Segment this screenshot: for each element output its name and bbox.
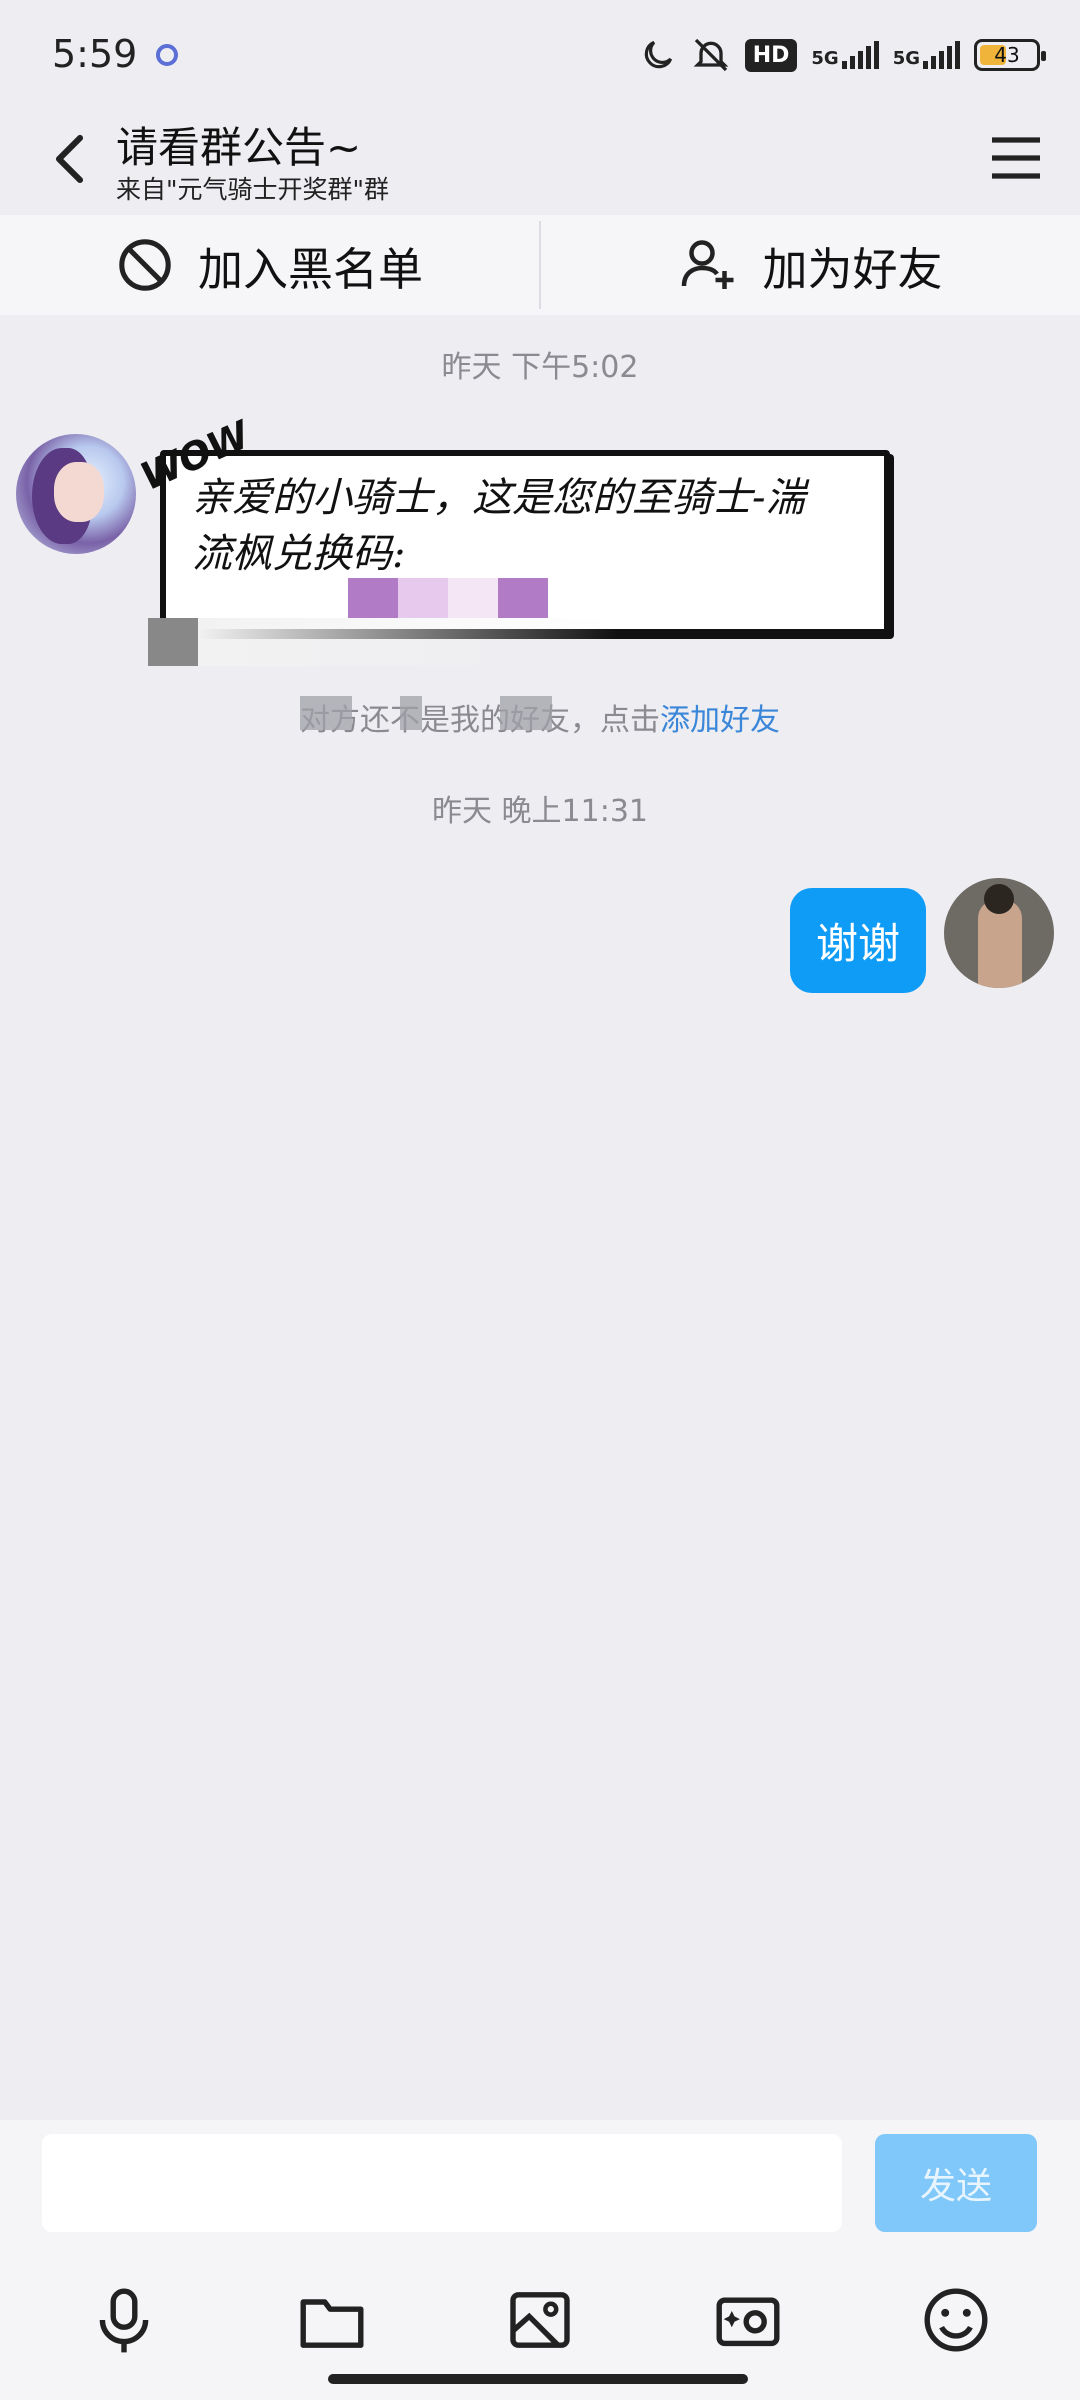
- sender-avatar[interactable]: [16, 434, 136, 554]
- battery-level: 43: [994, 43, 1020, 67]
- folder-icon[interactable]: [296, 2284, 368, 2356]
- add-friend-button[interactable]: 加为好友: [541, 215, 1080, 315]
- microphone-icon[interactable]: [88, 2284, 160, 2356]
- redacted-mosaic-fade: [198, 618, 618, 666]
- hd-badge: HD: [744, 38, 798, 72]
- redacted-mosaic-block: [148, 618, 198, 666]
- signal-1: 5G: [811, 41, 879, 69]
- sticker-message[interactable]: WOW 亲爱的小骑士，这是您的至骑士-湍流枫兑换码:: [134, 413, 895, 666]
- add-to-blacklist-label: 加入黑名单: [197, 242, 423, 296]
- status-bar: 5:59 HD 5G 5G 43: [0, 0, 1080, 110]
- chat-header: 请看群公告~ 来自"元气骑士开奖群"群: [0, 110, 1080, 210]
- chat-subtitle: 来自"元气骑士开奖群"群: [116, 175, 389, 204]
- message-input[interactable]: [42, 2134, 842, 2232]
- mute-bell-icon: [693, 38, 729, 72]
- block-icon: [119, 239, 171, 291]
- redacted-mosaic-block: [300, 696, 352, 730]
- stranger-action-bar: 加入黑名单 加为好友: [0, 215, 1080, 315]
- composer-toolbar: [0, 2270, 1080, 2370]
- battery-icon: 43: [974, 39, 1046, 71]
- camera-icon[interactable]: [712, 2284, 784, 2356]
- composer: 发送: [0, 2120, 1080, 2400]
- redacted-mosaic-block: [400, 696, 422, 730]
- add-user-icon: [682, 240, 734, 289]
- home-indicator[interactable]: [328, 2374, 748, 2384]
- chat-messages: 昨天 下午5:02 WOW 亲爱的小骑士，这是您的至骑士-湍流枫兑换码: 对方还…: [0, 320, 1080, 2120]
- hamburger-menu-icon[interactable]: [986, 128, 1046, 188]
- status-time: 5:59: [52, 32, 138, 76]
- send-button[interactable]: 发送: [875, 2134, 1037, 2232]
- emoji-icon[interactable]: [920, 2284, 992, 2356]
- timestamp: 昨天 晚上11:31: [432, 794, 648, 829]
- signal-bars-icon: [923, 41, 960, 69]
- status-icons: HD 5G 5G 43: [639, 30, 1046, 80]
- not-friend-notice-text: 对方还不是我的好友，点击: [300, 703, 660, 738]
- do-not-disturb-moon-icon: [644, 40, 672, 69]
- signal-bars-icon: [841, 41, 879, 69]
- add-to-blacklist-button[interactable]: 加入黑名单: [0, 215, 539, 315]
- signal-2: 5G: [893, 41, 960, 69]
- network-type-1: 5G: [811, 48, 839, 69]
- my-avatar[interactable]: [944, 878, 1054, 988]
- redacted-code-mosaic: [348, 578, 548, 618]
- sticker-message-text: 亲爱的小骑士，这是您的至骑士-湍流枫兑换码:: [192, 475, 806, 577]
- network-type-2: 5G: [892, 48, 920, 69]
- add-friend-link[interactable]: 添加好友: [660, 703, 780, 738]
- add-friend-label: 加为好友: [762, 242, 943, 296]
- redacted-mosaic-block: [500, 696, 552, 730]
- chat-title: 请看群公告~: [116, 123, 362, 172]
- image-icon[interactable]: [504, 2284, 576, 2356]
- timestamp: 昨天 下午5:02: [441, 350, 639, 385]
- notification-dot-icon: [156, 44, 178, 66]
- sent-message-bubble[interactable]: 谢谢: [789, 888, 926, 993]
- chevron-left-icon[interactable]: [38, 124, 108, 194]
